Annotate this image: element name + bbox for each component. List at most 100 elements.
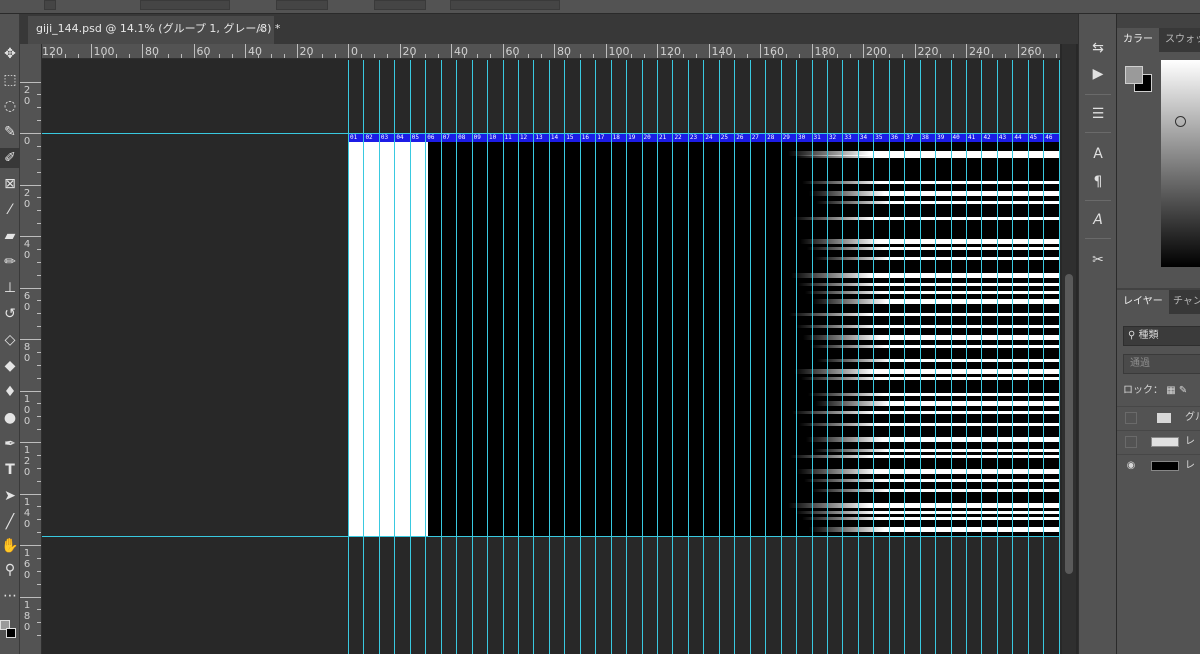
marquee-tool-icon[interactable]: ⬚ <box>0 70 20 90</box>
actions-play-icon[interactable]: ▶ <box>1088 64 1108 84</box>
foreground-swatch[interactable] <box>1125 66 1143 84</box>
vertical-guide <box>749 60 751 654</box>
move-tool-icon[interactable]: ✥ <box>0 44 20 64</box>
canvas-area[interactable]: 01 02 03 04 05 06 07 08 09 10 11 12 13 14 15 16 17 18 19 20… <box>42 60 1060 654</box>
vertical-guide <box>1027 60 1029 654</box>
ruler-tick <box>20 184 41 186</box>
frame-tool-icon[interactable]: ⊠ <box>0 174 20 194</box>
tool-presets-icon[interactable]: ✂ <box>1088 250 1108 270</box>
panel-icon-column: ⇆ ▶ ☰ A ¶ A ✂ <box>1078 14 1116 654</box>
flow-field[interactable] <box>374 0 426 10</box>
color-picker-cursor[interactable] <box>1175 116 1186 127</box>
color-panel-tabs: カラー スウォッチ <box>1117 28 1200 52</box>
glyphs-panel-icon[interactable]: A <box>1088 210 1108 230</box>
vertical-guide <box>564 60 566 654</box>
ruler-tick <box>20 493 41 495</box>
lock-transparency-icon[interactable]: ▦ <box>1166 385 1175 396</box>
dodge-tool-icon[interactable]: ● <box>0 408 20 428</box>
line-tool-icon[interactable]: ╱ <box>0 512 20 532</box>
vertical-guide <box>981 60 983 654</box>
mode-select[interactable] <box>140 0 230 10</box>
ruler-label: 0 <box>23 518 31 530</box>
ruler-minor-tick <box>154 54 156 58</box>
vertical-scrollbar[interactable] <box>1062 44 1076 654</box>
ruler-tick <box>193 44 195 58</box>
background-color-swatch[interactable] <box>6 628 16 638</box>
type-tool-icon[interactable]: T <box>0 460 20 480</box>
layer-row[interactable]: グル <box>1117 406 1200 428</box>
lock-paint-icon[interactable]: ✎ <box>1179 385 1187 396</box>
ruler-label: 40 <box>248 45 262 58</box>
color-picker-field[interactable] <box>1161 60 1200 267</box>
ruler-label: 0 <box>23 136 31 147</box>
vertical-guide <box>811 60 813 654</box>
history-brush-tool-icon[interactable]: ↺ <box>0 304 20 324</box>
ruler-minor-tick <box>257 54 259 58</box>
hand-tool-icon[interactable]: ✋ <box>0 536 20 556</box>
vertical-guide <box>425 60 427 654</box>
document-tab[interactable]: giji_144.psd @ 14.1% (グループ 1, グレー/8) * × <box>28 16 280 44</box>
tab-channels[interactable]: チャンネル <box>1167 290 1200 314</box>
ruler-minor-tick <box>232 54 234 58</box>
eraser-tool-icon[interactable]: ◇ <box>0 330 20 350</box>
history-panel-icon[interactable]: ⇆ <box>1088 38 1108 58</box>
icon-separator <box>1085 200 1111 201</box>
vertical-guide <box>672 60 674 654</box>
layers-panel-tabs: レイヤー チャンネル <box>1117 290 1200 314</box>
more-tools-icon[interactable]: ⋯ <box>0 586 20 606</box>
adjustments-icon[interactable]: ☰ <box>1088 104 1108 124</box>
tab-swatches[interactable]: スウォッチ <box>1159 28 1200 52</box>
ruler-minor-tick <box>116 54 118 58</box>
blur-tool-icon[interactable]: ♦ <box>0 382 20 402</box>
ruler-minor-tick <box>37 416 41 418</box>
path-select-tool-icon[interactable]: ➤ <box>0 486 20 506</box>
visibility-icon[interactable] <box>1125 412 1137 424</box>
eyedropper-tool-icon[interactable]: ⁄ <box>0 200 20 220</box>
ruler-minor-tick <box>37 313 41 315</box>
character-panel-icon[interactable]: A <box>1088 144 1108 164</box>
paint-brush-tool-icon[interactable]: ✏ <box>0 252 20 272</box>
layer-filter-field[interactable]: ⚲ 種類 <box>1123 326 1200 346</box>
visibility-icon[interactable] <box>1125 436 1137 448</box>
layer-row[interactable]: レ <box>1117 430 1200 452</box>
pen-tool-icon[interactable]: ✒ <box>0 434 20 454</box>
horizontal-guide <box>42 133 1060 134</box>
vertical-guide <box>1058 60 1060 654</box>
tab-layers[interactable]: レイヤー <box>1117 290 1169 314</box>
ruler-minor-tick <box>463 54 465 58</box>
blend-mode-select[interactable]: 通過 <box>1123 354 1200 374</box>
quick-select-tool-icon[interactable]: ✎ <box>0 122 20 142</box>
visibility-icon[interactable]: ◉ <box>1125 460 1137 472</box>
zoom-tool-icon[interactable]: ⚲ <box>0 560 20 580</box>
ruler-tick <box>296 44 298 58</box>
vertical-guide <box>1043 60 1045 654</box>
close-icon[interactable]: × <box>257 16 266 42</box>
ruler-minor-tick <box>167 54 169 58</box>
paint-bucket-tool-icon[interactable]: ◆ <box>0 356 20 376</box>
layer-row[interactable]: ◉ レ <box>1117 454 1200 476</box>
icon-separator <box>1085 94 1111 95</box>
ruler-minor-tick <box>37 583 41 585</box>
opacity-field[interactable] <box>276 0 328 10</box>
ruler-minor-tick <box>618 54 620 58</box>
stamp-tool-icon[interactable]: ⊥ <box>0 278 20 298</box>
ruler-tick <box>760 44 761 58</box>
ruler-minor-tick <box>386 54 388 58</box>
ruler-tick <box>914 44 916 58</box>
paragraph-panel-icon[interactable]: ¶ <box>1088 172 1108 192</box>
lasso-tool-icon[interactable]: ◌ <box>0 96 20 116</box>
ruler-tick <box>90 44 92 58</box>
tab-color[interactable]: カラー <box>1117 28 1159 52</box>
tool-preset-icon[interactable] <box>44 0 56 10</box>
layer-list: グルレ◉レ <box>1117 406 1200 486</box>
options-field[interactable] <box>450 0 560 10</box>
ruler-tick <box>20 442 41 443</box>
ruler-label: 0 <box>23 467 31 478</box>
ruler-minor-tick <box>37 480 41 482</box>
brush-tool-icon[interactable]: ✐ <box>0 148 20 168</box>
vertical-guide <box>935 60 937 654</box>
scrollbar-thumb[interactable] <box>1065 274 1073 574</box>
icon-separator <box>1085 238 1111 239</box>
healing-tool-icon[interactable]: ▰ <box>0 226 20 246</box>
vertical-guide <box>487 60 489 654</box>
